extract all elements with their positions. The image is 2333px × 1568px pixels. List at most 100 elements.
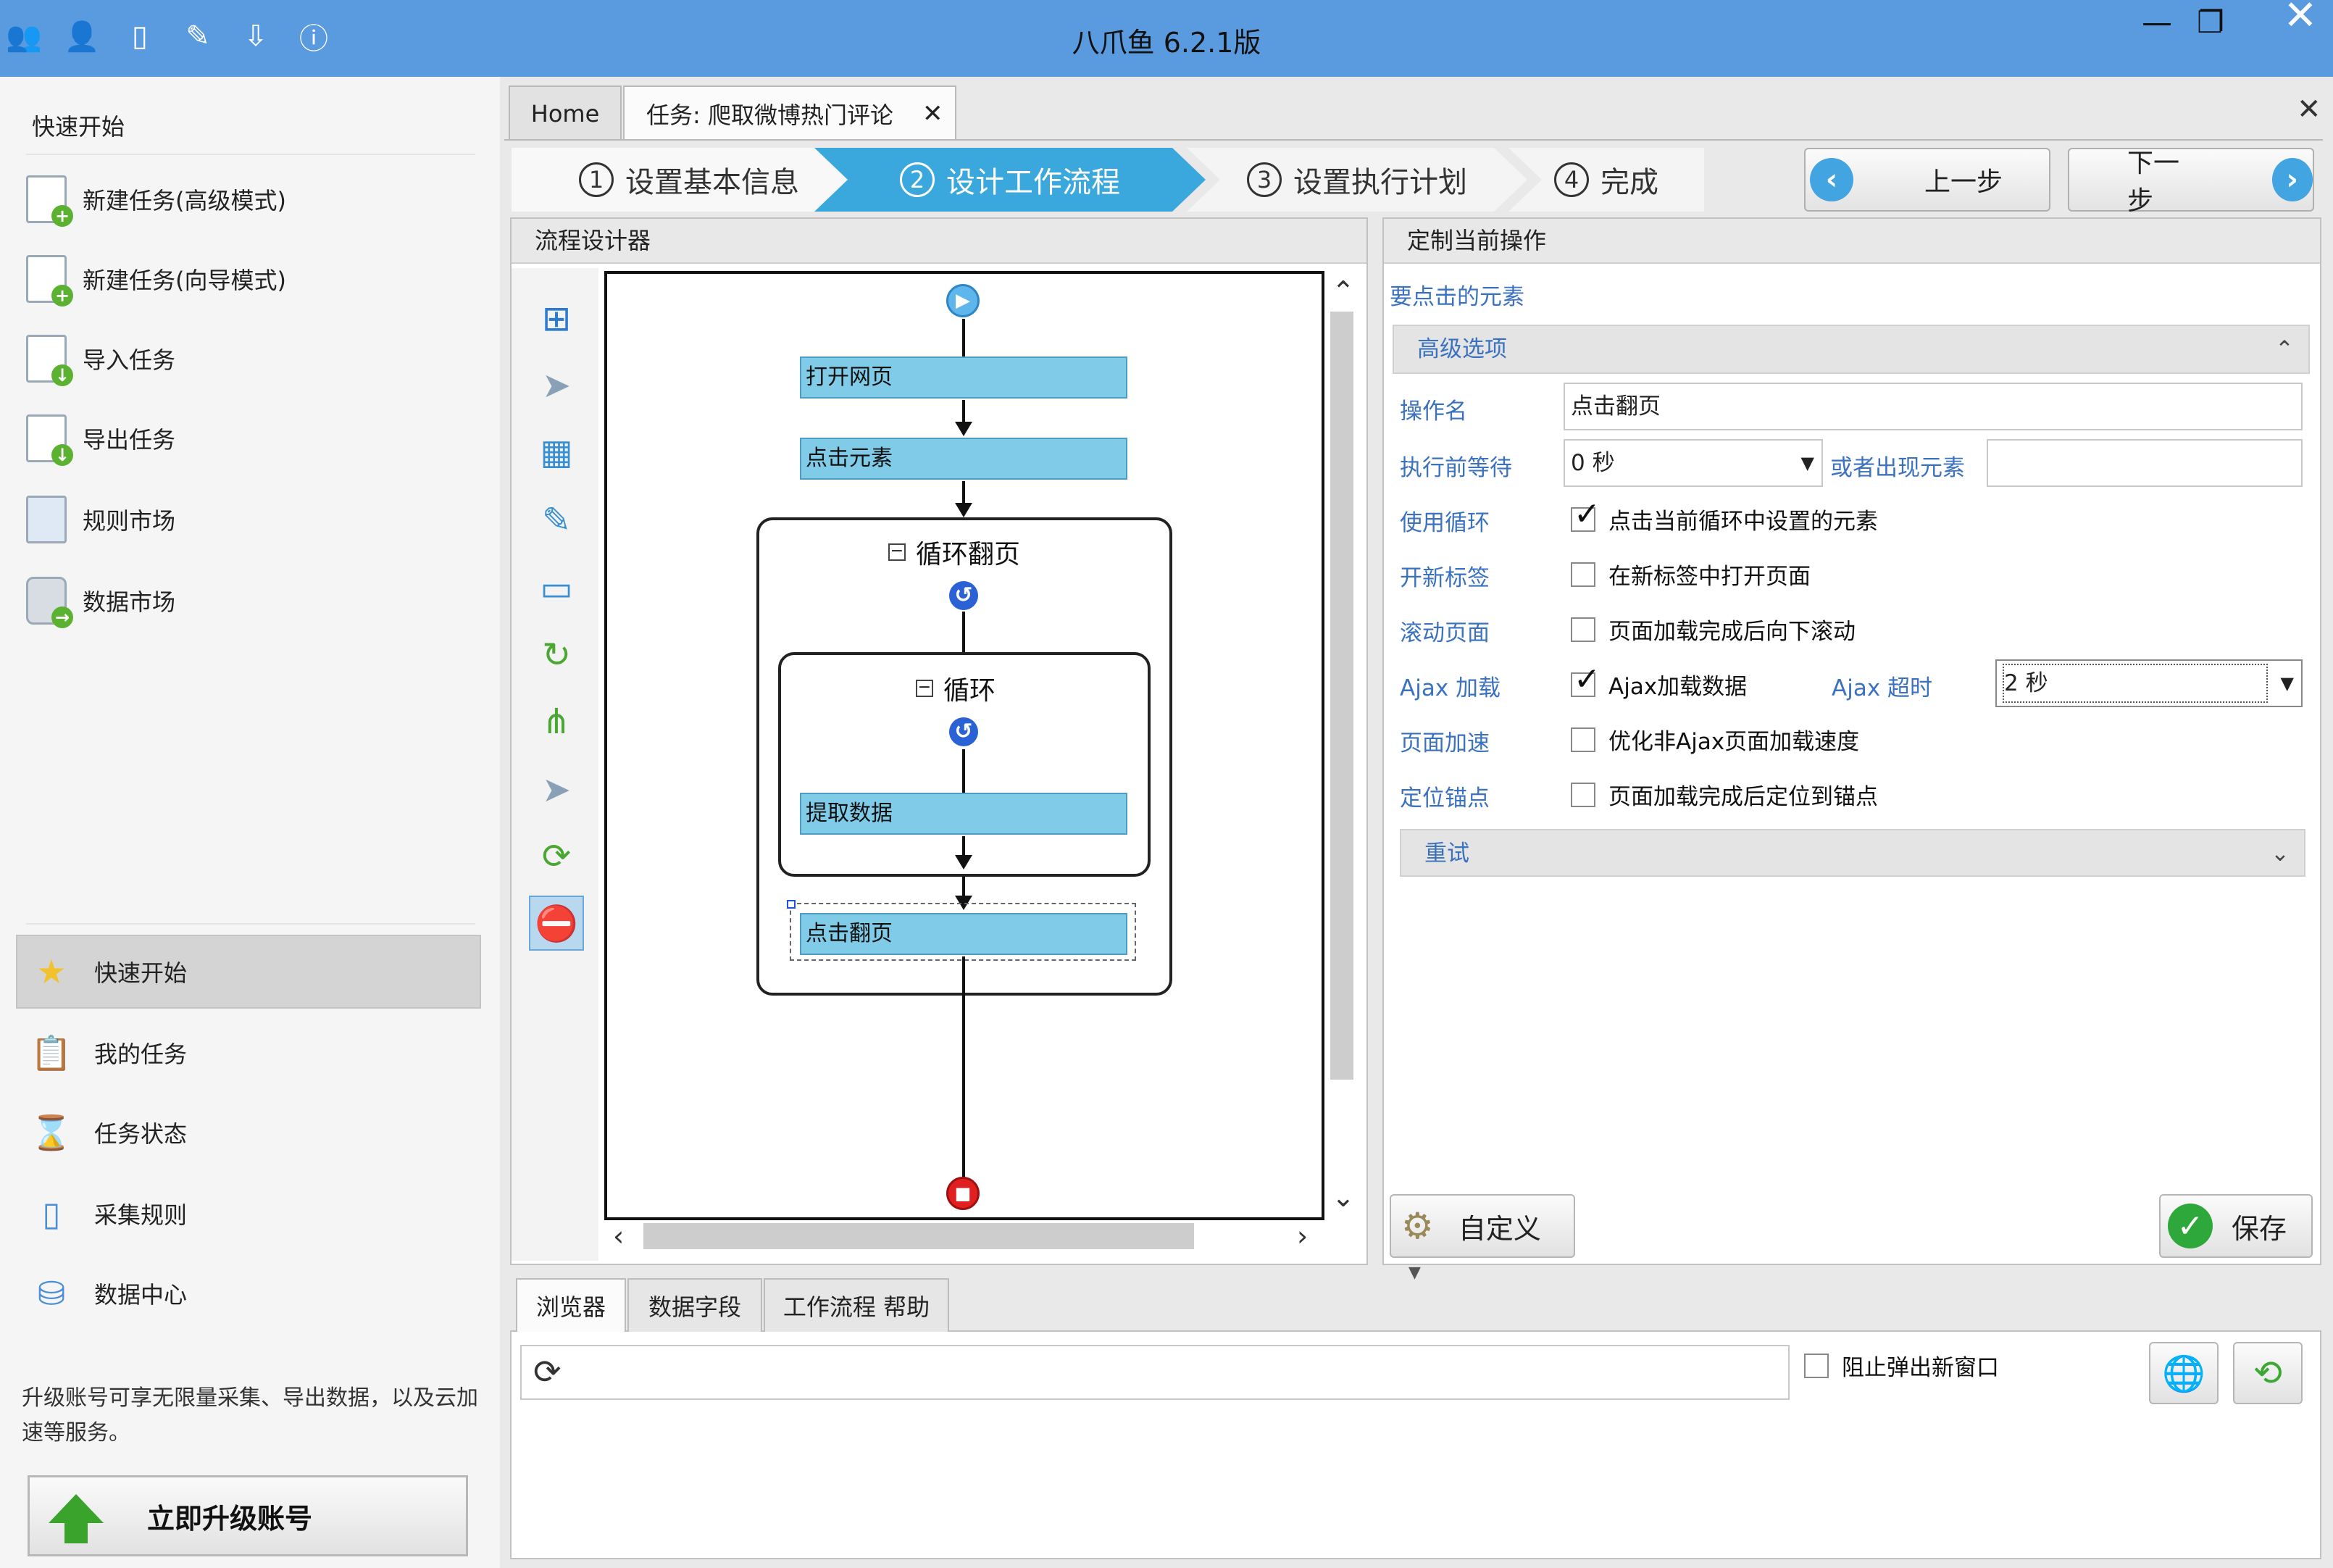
selection-handle[interactable] — [787, 900, 796, 909]
ajax-timeout-select[interactable]: 2 秒 ▼ — [1995, 659, 2303, 707]
nav-item-collect-rules[interactable]: ▯ 采集规则 — [29, 1181, 187, 1246]
page-accel-checkbox[interactable]: 优化非Ajax页面加载速度 — [1571, 723, 1859, 756]
input-text-tool-icon[interactable]: ✎ — [529, 493, 584, 548]
refresh-icon[interactable]: ⟳ — [533, 1349, 562, 1394]
horizontal-scrollbar-thumb[interactable] — [643, 1223, 1194, 1249]
use-loop-checkbox[interactable]: 点击当前循环中设置的元素 — [1571, 496, 1878, 535]
sidebar-header: 快速开始 — [32, 113, 125, 141]
tab-workflow-help[interactable]: 工作流程 帮助 — [764, 1278, 949, 1332]
loop-header[interactable]: − 循环 — [916, 670, 996, 707]
node-click-next-page[interactable]: 点击翻页 — [800, 913, 1127, 955]
op-name-label: 操作名 — [1400, 399, 1467, 425]
prev-step-button[interactable]: ‹ 上一步 — [1804, 148, 2050, 212]
checkbox-text: 页面加载完成后向下滚动 — [1608, 619, 1856, 645]
custom-button[interactable]: ⚙ 自定义 — [1390, 1194, 1575, 1258]
sidebar-item-label: 新建任务(高级模式) — [83, 187, 286, 214]
panel-splitter-icon[interactable]: ▼ — [1408, 1264, 1421, 1282]
tab-data-fields[interactable]: 数据字段 — [627, 1278, 762, 1332]
panel-close-icon[interactable]: ✕ — [2297, 93, 2321, 126]
retry-section-header[interactable]: 重试 ⌄ — [1400, 829, 2305, 877]
checkbox-checked[interactable] — [1571, 496, 1600, 533]
new-tab-label: 开新标签 — [1400, 565, 1490, 591]
checkbox-unchecked[interactable] — [1571, 782, 1595, 807]
url-input[interactable]: ⟳ — [520, 1345, 1790, 1400]
nav-item-quick-start[interactable]: ★ 快速开始 — [29, 939, 187, 1004]
step-exec-plan[interactable]: 3 设置执行计划 — [1187, 148, 1527, 212]
loop-tool-icon[interactable]: ↻ — [529, 627, 584, 683]
tab-home[interactable]: Home — [509, 86, 622, 141]
collapse-icon[interactable]: − — [888, 543, 906, 561]
restore-button[interactable]: ❐ — [2185, 4, 2236, 41]
clipboard-icon: 📋 — [30, 1033, 72, 1072]
ajax-load-checkbox[interactable]: Ajax加载数据 — [1571, 661, 1748, 701]
connector — [962, 612, 965, 652]
advanced-options-header[interactable]: 高级选项 ⌃ — [1393, 325, 2310, 374]
reload-data-button[interactable]: ⟲ — [2233, 1342, 2303, 1404]
scroll-page-checkbox[interactable]: 页面加载完成后向下滚动 — [1571, 613, 1856, 646]
sidebar-item-label: 数据市场 — [83, 588, 176, 616]
checkbox-checked[interactable] — [1571, 661, 1600, 698]
vertical-scrollbar-thumb[interactable] — [1330, 312, 1353, 1080]
tab-task[interactable]: 任务: 爬取微博热门评论 ✕ — [623, 86, 956, 141]
nav-item-task-status[interactable]: ⌛ 任务状态 — [29, 1100, 187, 1165]
block-popup-checkbox[interactable]: 阻止弹出新窗口 — [1804, 1349, 1999, 1382]
loop-label: 循环 — [943, 676, 996, 706]
close-window-button[interactable]: ✕ — [2268, 0, 2333, 36]
tab-close-icon[interactable]: ✕ — [922, 99, 943, 128]
step-number: 2 — [900, 162, 935, 197]
minimize-button[interactable]: — — [2132, 4, 2182, 41]
element-to-click-link[interactable]: 要点击的元素 — [1390, 278, 1524, 311]
new-tab-checkbox[interactable]: 在新标签中打开页面 — [1571, 558, 1811, 591]
op-name-input[interactable]: 点击翻页 — [1564, 383, 2303, 430]
step-basic-info[interactable]: 1 设置基本信息 — [512, 148, 867, 212]
branch-tool-icon[interactable]: ⋔ — [529, 694, 584, 749]
node-open-page[interactable]: 打开网页 — [800, 356, 1127, 399]
click-element-tool-icon[interactable]: ➤ — [529, 358, 584, 413]
document-icon: ▯ — [42, 1194, 61, 1233]
advanced-label: 高级选项 — [1417, 336, 1507, 362]
sidebar-item-import-task[interactable]: ↓ 导入任务 — [26, 326, 175, 391]
mouse-hover-tool-icon[interactable]: ➤ — [529, 762, 584, 817]
save-button[interactable]: ✓ 保存 — [2159, 1194, 2313, 1258]
sidebar-item-data-market[interactable]: → 数据市场 — [26, 568, 175, 633]
scroll-right-icon[interactable]: › — [1297, 1220, 1308, 1252]
checkbox-unchecked[interactable] — [1571, 562, 1595, 587]
switch-loop-tool-icon[interactable]: ⟳ — [529, 829, 584, 884]
upgrade-account-button[interactable]: 立即升级账号 — [28, 1475, 468, 1556]
sidebar-item-rule-market[interactable]: 规则市场 — [26, 487, 175, 552]
extract-data-tool-icon[interactable]: ▦ — [529, 425, 584, 480]
checkbox-unchecked[interactable] — [1571, 617, 1595, 642]
next-step-button[interactable]: 下一步 › — [2068, 148, 2314, 216]
sidebar-item-export-task[interactable]: ↓ 导出任务 — [26, 406, 175, 471]
nav-item-my-tasks[interactable]: 📋 我的任务 — [29, 1020, 187, 1085]
step-label: 完成 — [1600, 166, 1658, 199]
scroll-up-icon[interactable]: ⌃ — [1332, 275, 1355, 307]
select-option-tool-icon[interactable]: ▭ — [529, 561, 584, 616]
anchor-checkbox[interactable]: 页面加载完成后定位到锚点 — [1571, 778, 1878, 811]
open-page-tool-icon[interactable]: ⊞ — [529, 291, 584, 346]
wait-select[interactable]: 0 秒 ▼ — [1564, 439, 1823, 487]
step-design-workflow[interactable]: 2 设计工作流程 — [814, 148, 1206, 212]
arrow-down-icon — [955, 855, 972, 870]
new-task-wizard-icon: + — [26, 255, 73, 306]
node-extract-data[interactable]: 提取数据 — [800, 793, 1127, 835]
step-label: 设置执行计划 — [1293, 166, 1467, 199]
stop-tool-icon[interactable]: ⛔ — [529, 896, 584, 951]
loop-page-header[interactable]: − 循环翻页 — [888, 533, 1020, 571]
checkbox-unchecked[interactable] — [1804, 1353, 1829, 1378]
dropdown-arrow-icon: ▼ — [1800, 453, 1814, 473]
tab-browser[interactable]: 浏览器 — [516, 1278, 626, 1332]
next-label: 下一步 — [2127, 149, 2180, 216]
or-element-input[interactable] — [1987, 439, 2303, 487]
checkbox-unchecked[interactable] — [1571, 727, 1595, 752]
step-number: 3 — [1247, 162, 1282, 197]
scroll-left-icon[interactable]: ‹ — [613, 1220, 624, 1252]
sidebar-item-new-task-advanced[interactable]: + 新建任务(高级模式) — [26, 167, 286, 232]
checkbox-text: Ajax加载数据 — [1608, 674, 1748, 700]
globe-go-button[interactable]: 🌐 — [2149, 1342, 2219, 1404]
collapse-icon[interactable]: − — [916, 680, 933, 697]
scroll-down-icon[interactable]: ⌄ — [1332, 1181, 1355, 1213]
sidebar-item-new-task-wizard[interactable]: + 新建任务(向导模式) — [26, 246, 286, 312]
node-click-element[interactable]: 点击元素 — [800, 438, 1127, 480]
nav-item-data-center[interactable]: ⛁ 数据中心 — [29, 1261, 187, 1326]
